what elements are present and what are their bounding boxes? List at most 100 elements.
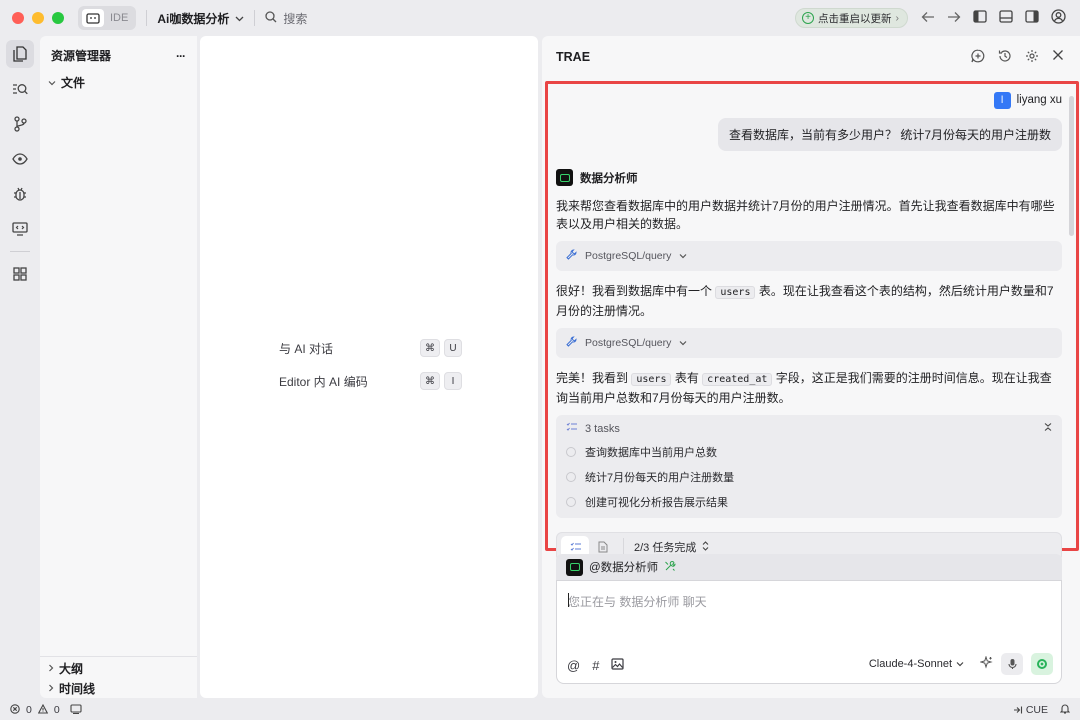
model-name: Claude-4-Sonnet xyxy=(868,658,952,670)
user-message: 查看数据库，当前有多少用户？ 统计7月份每天的用户注册数 xyxy=(717,118,1062,151)
cue-icon xyxy=(1013,706,1022,714)
command-key: ⌘ xyxy=(420,372,440,390)
preview-eye-icon[interactable] xyxy=(6,145,34,173)
update-label: 点击重启以更新 xyxy=(818,12,892,25)
warning-count[interactable]: 0 xyxy=(54,704,60,716)
history-icon[interactable] xyxy=(998,49,1012,66)
forward-arrow-icon[interactable] xyxy=(947,11,961,26)
chevron-right-icon xyxy=(48,681,54,695)
tools-icon[interactable] xyxy=(664,560,676,575)
tool-call-1[interactable]: PostgreSQL/query xyxy=(556,241,1062,271)
task-list-header[interactable]: 3 tasks xyxy=(566,422,1052,435)
tasks-title: 3 tasks xyxy=(585,422,620,435)
explorer-title: 资源管理器 xyxy=(51,49,112,63)
hash-context-icon[interactable]: # xyxy=(592,658,599,673)
agent-message-1: 我来帮您查看数据库中的用户数据并统计7月份的用户注册情况。首先让我查看数据库中有… xyxy=(556,199,1055,231)
text: 很好！我看到数据库中有一个 xyxy=(556,284,713,298)
project-selector[interactable]: Ai咖数据分析 xyxy=(157,10,244,27)
text-caret xyxy=(568,593,569,607)
text: 表有 xyxy=(674,371,699,385)
account-icon[interactable] xyxy=(1051,9,1066,27)
update-button[interactable]: + 点击重启以更新 › xyxy=(795,8,908,28)
explorer-icon[interactable] xyxy=(6,40,34,68)
debug-bug-icon[interactable] xyxy=(6,180,34,208)
extensions-icon[interactable] xyxy=(6,260,34,288)
input-placeholder: 您正在与 数据分析师 聊天 xyxy=(568,595,707,609)
error-count[interactable]: 0 xyxy=(26,704,32,716)
agent-avatar xyxy=(556,169,573,186)
remote-explorer-icon[interactable] xyxy=(6,215,34,243)
task-item[interactable]: 查询数据库中当前用户总数 xyxy=(566,444,1052,460)
more-actions-icon[interactable]: ··· xyxy=(176,49,186,63)
model-selector[interactable]: Claude-4-Sonnet xyxy=(869,658,964,670)
shortcut-chat-keys: ⌘ U xyxy=(420,339,462,357)
source-control-icon[interactable] xyxy=(6,110,34,138)
ide-mode-toggle[interactable]: IDE xyxy=(78,6,137,30)
chat-scrollbar[interactable] xyxy=(1069,96,1074,236)
folder-row[interactable]: 文件 xyxy=(40,72,197,92)
solo-mode-icon xyxy=(82,9,104,27)
terminal-icon[interactable] xyxy=(70,703,82,717)
editor-area: 与 AI 对话 ⌘ U Editor 内 AI 编码 ⌘ I xyxy=(200,36,538,698)
image-upload-icon[interactable] xyxy=(611,658,625,673)
ide-label: IDE xyxy=(110,12,129,24)
agent-avatar xyxy=(566,558,583,576)
chat-panel: TRAE l liyang xu 查看数据库，当前有多少用户？ 统计7月份每天的… xyxy=(542,36,1080,698)
agent-header: 数据分析师 xyxy=(556,169,1062,186)
send-button[interactable] xyxy=(1031,653,1053,675)
command-key: ⌘ xyxy=(420,339,440,357)
shortcut-inline-ai-keys: ⌘ I xyxy=(420,372,462,390)
project-name: Ai咖数据分析 xyxy=(157,11,230,26)
divider xyxy=(146,10,148,26)
status-right: CUE xyxy=(1013,703,1071,717)
mention-label: @数据分析师 xyxy=(589,562,659,574)
error-icon[interactable] xyxy=(10,703,20,717)
at-mention-icon[interactable]: @ xyxy=(567,658,580,673)
chevron-right-icon xyxy=(48,661,54,675)
microphone-button[interactable] xyxy=(1001,653,1023,675)
chevron-down-icon xyxy=(679,337,687,349)
shortcut-chat[interactable]: 与 AI 对话 xyxy=(279,340,333,357)
tool-name: PostgreSQL/query xyxy=(585,337,672,349)
tool-call-2[interactable]: PostgreSQL/query xyxy=(556,328,1062,358)
user-name: liyang xu xyxy=(1016,94,1062,106)
new-chat-icon[interactable] xyxy=(971,49,985,66)
back-arrow-icon[interactable] xyxy=(921,11,935,26)
shortcut-inline-ai[interactable]: Editor 内 AI 编码 xyxy=(279,373,368,390)
progress-selector[interactable]: 2/3 任务完成 xyxy=(634,539,709,555)
chevron-down-icon xyxy=(956,662,964,667)
task-status-circle xyxy=(566,497,576,507)
global-search[interactable]: 搜索 xyxy=(265,10,307,27)
shortcut-label: Editor 内 AI 编码 xyxy=(279,375,368,389)
i-key: I xyxy=(444,372,462,390)
search-icon xyxy=(265,10,277,26)
timeline-section[interactable]: 时间线 xyxy=(40,678,197,698)
collapse-icon[interactable] xyxy=(1044,422,1052,435)
zoom-window-button[interactable] xyxy=(52,12,64,24)
agent-mention-bar: @数据分析师 xyxy=(556,554,1062,580)
chat-header-actions xyxy=(971,49,1064,66)
gear-icon[interactable] xyxy=(1025,49,1039,66)
bell-icon[interactable] xyxy=(1059,703,1071,717)
minimize-window-button[interactable] xyxy=(32,12,44,24)
chat-input[interactable]: 您正在与 数据分析师 聊天 @ # Claude-4-Sonnet xyxy=(556,580,1062,684)
inline-code: users xyxy=(715,286,756,299)
toggle-right-panel-icon[interactable] xyxy=(1025,10,1039,26)
explorer-header: 资源管理器 ··· xyxy=(40,36,197,64)
user-header: l liyang xu xyxy=(556,91,1062,109)
task-label: 统计7月份每天的用户注册数量 xyxy=(585,472,735,484)
toggle-left-panel-icon[interactable] xyxy=(973,10,987,26)
search-panel-icon[interactable] xyxy=(6,75,34,103)
warning-icon[interactable] xyxy=(37,703,49,717)
outline-section[interactable]: 大纲 xyxy=(40,658,197,678)
close-icon[interactable] xyxy=(1052,49,1064,66)
toggle-bottom-panel-icon[interactable] xyxy=(999,10,1013,26)
progress-text: 2/3 任务完成 xyxy=(634,542,697,554)
sparkle-icon[interactable] xyxy=(979,655,993,672)
input-actions: Claude-4-Sonnet xyxy=(869,653,1053,675)
task-item[interactable]: 创建可视化分析报告展示结果 xyxy=(566,494,1052,510)
close-window-button[interactable] xyxy=(12,12,24,24)
send-icon xyxy=(1037,659,1047,669)
cue-toggle[interactable]: CUE xyxy=(1013,704,1048,716)
task-item[interactable]: 统计7月份每天的用户注册数量 xyxy=(566,469,1052,485)
